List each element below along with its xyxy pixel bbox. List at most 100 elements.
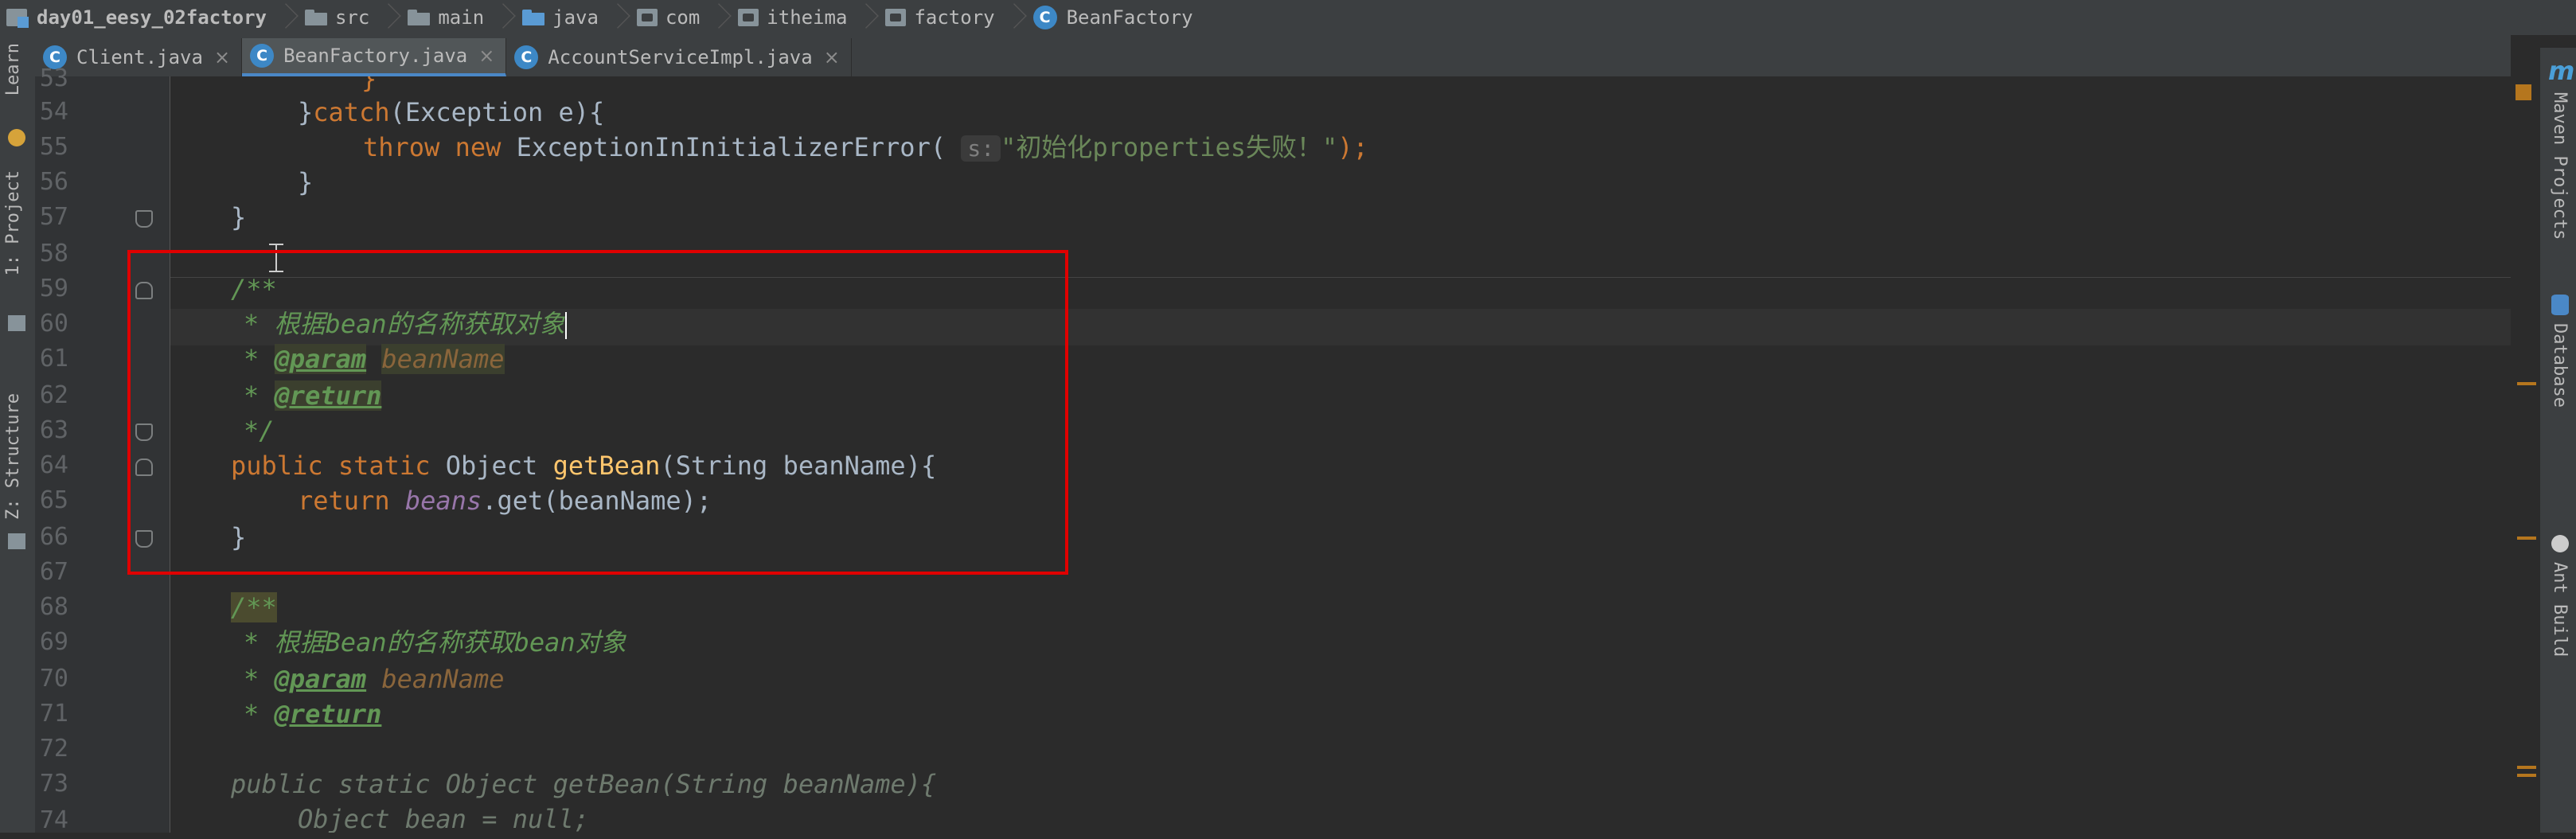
line-number: 71 <box>39 700 68 728</box>
close-icon[interactable]: × <box>214 46 230 68</box>
tab-accountserviceimpl-label: AccountServiceImpl.java <box>548 46 813 68</box>
breadcrumb-src[interactable]: src <box>297 0 400 35</box>
learn-tool-button[interactable]: Learn <box>3 43 23 96</box>
code-token: public static Object getBean(String bean… <box>231 769 937 799</box>
fold-marker-icon[interactable] <box>135 210 153 228</box>
code-token: } <box>298 167 314 197</box>
project-tool-icon <box>8 315 25 331</box>
breadcrumb-separator-icon <box>1001 0 1019 35</box>
code-line-74: Object bean = null; <box>298 801 589 833</box>
close-icon[interactable]: × <box>478 45 494 67</box>
breadcrumb-main-label: main <box>438 6 485 29</box>
project-icon <box>6 7 29 28</box>
line-number: 73 <box>39 770 68 798</box>
code-token: Object bean = null; <box>298 804 590 833</box>
code-line-71: * @return <box>244 696 381 732</box>
breadcrumb-project[interactable]: day01_eesy_02factory <box>0 0 297 35</box>
line-number: 55 <box>39 133 68 161</box>
code-line-55: throw new ExceptionInInitializerError( s… <box>363 129 1368 166</box>
breadcrumb-beanfactory-label: BeanFactory <box>1066 6 1193 29</box>
code-line-54: }catch(Exception e){ <box>298 94 604 131</box>
structure-tool-icon <box>8 533 25 549</box>
code-token: ExceptionInInitializerError( <box>516 132 946 162</box>
code-token: "初始化properties失败！" <box>1001 132 1338 162</box>
code-line-69: * 根据Bean的名称获取bean对象 <box>244 624 626 661</box>
line-number: 64 <box>39 451 68 479</box>
line-number: 59 <box>39 275 68 302</box>
line-number: 69 <box>39 628 68 656</box>
code-token: throw <box>363 132 440 162</box>
breadcrumb-main[interactable]: main <box>400 0 514 35</box>
line-number: 54 <box>39 98 68 126</box>
structure-tool-button[interactable]: Z: Structure <box>3 393 23 520</box>
code-token: * 根据Bean的名称获取bean对象 <box>244 627 626 658</box>
database-icon <box>2551 295 2569 315</box>
line-number: 62 <box>39 381 68 409</box>
folder-icon <box>304 10 327 25</box>
maven-projects-tool-button[interactable]: Maven Projects <box>2550 92 2570 240</box>
code-line-57: } <box>231 199 246 236</box>
line-number: 56 <box>39 168 68 196</box>
line-number: 61 <box>39 345 68 373</box>
class-icon: C <box>250 44 275 68</box>
code-token: new <box>455 132 502 162</box>
package-icon <box>885 9 907 26</box>
tab-client-label: Client.java <box>76 46 203 68</box>
database-tool-button[interactable]: Database <box>2550 323 2570 408</box>
line-number: 63 <box>39 416 68 444</box>
class-icon: C <box>514 45 539 69</box>
breadcrumb-factory[interactable]: factory <box>877 0 1025 35</box>
code-token: (Exception e){ <box>389 97 605 127</box>
code-token: } <box>298 97 314 127</box>
warning-marker[interactable] <box>2517 766 2536 769</box>
close-icon[interactable]: × <box>824 46 840 68</box>
line-number: 67 <box>39 558 68 586</box>
breadcrumb-factory-label: factory <box>914 6 995 29</box>
error-stripe[interactable] <box>2511 76 2539 833</box>
code-token: * <box>244 699 260 729</box>
breadcrumb-separator-icon <box>853 0 871 35</box>
breadcrumb-beanfactory[interactable]: C BeanFactory <box>1025 0 1200 35</box>
line-number: 60 <box>39 310 68 338</box>
breadcrumb-java[interactable]: java <box>514 0 629 35</box>
breadcrumb-itheima[interactable]: itheima <box>730 0 877 35</box>
code-line-70: * @param beanName <box>244 661 505 697</box>
class-icon: C <box>1032 6 1057 29</box>
code-token: } <box>231 202 247 232</box>
line-number: 53 <box>39 64 68 92</box>
breadcrumb-separator-icon <box>273 0 291 35</box>
code-token: /** <box>231 592 277 622</box>
maven-icon: m <box>2548 56 2575 86</box>
code-token: beanName <box>381 664 505 694</box>
breadcrumb-java-label: java <box>552 6 599 29</box>
breadcrumb-separator-icon <box>376 0 393 35</box>
breadcrumb-com[interactable]: com <box>629 0 730 35</box>
line-number: 57 <box>39 203 68 231</box>
package-icon <box>636 9 658 26</box>
ant-build-tool-button[interactable]: Ant Build <box>2550 562 2570 657</box>
breadcrumb-separator-icon <box>490 0 508 35</box>
parameter-hint: s: <box>961 135 1001 162</box>
code-token: catch <box>313 97 390 127</box>
code-line-73: public static Object getBean(String bean… <box>231 766 936 802</box>
tab-accountserviceimpl[interactable]: C AccountServiceImpl.java × <box>506 38 852 76</box>
tab-beanfactory[interactable]: C BeanFactory.java × <box>242 38 507 76</box>
warning-marker[interactable] <box>2517 537 2536 540</box>
line-number: 72 <box>39 735 68 763</box>
code-token: * <box>244 664 260 694</box>
breadcrumb-com-label: com <box>665 6 701 29</box>
package-icon <box>738 9 759 26</box>
breadcrumb-project-label: day01_eesy_02factory <box>37 6 267 29</box>
inspection-status-icon[interactable] <box>2516 84 2531 100</box>
warning-marker[interactable] <box>2517 382 2536 385</box>
line-number: 68 <box>39 593 68 621</box>
breadcrumb: day01_eesy_02factory src main java com i… <box>0 0 2576 36</box>
folder-icon <box>408 10 431 25</box>
right-tool-strip: m Maven Projects Database Ant Build <box>2539 48 2576 833</box>
project-tool-button[interactable]: 1: Project <box>3 170 23 275</box>
warning-marker[interactable] <box>2517 774 2536 777</box>
editor-tab-bar: C Client.java × C BeanFactory.java × C A… <box>35 35 2511 77</box>
code-line-56: } <box>298 164 313 201</box>
code-token: @return <box>274 699 382 729</box>
code-token: @param <box>274 664 367 694</box>
